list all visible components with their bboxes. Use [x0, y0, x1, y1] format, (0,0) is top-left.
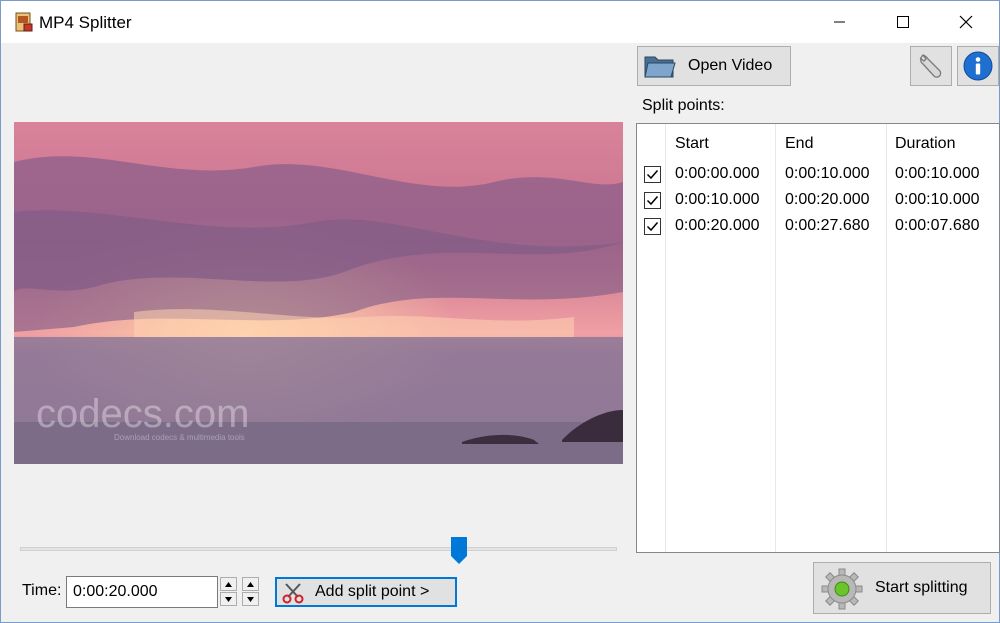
column-header-start[interactable]: Start	[675, 135, 709, 153]
close-icon	[959, 15, 973, 29]
app-icon	[15, 12, 33, 32]
add-split-point-label: Add split point >	[315, 583, 430, 600]
cell-end: 0:00:10.000	[785, 165, 870, 182]
wrench-icon	[919, 54, 942, 78]
open-video-label: Open Video	[688, 57, 773, 74]
checkmark-icon	[646, 170, 659, 180]
row-checkbox[interactable]	[644, 166, 661, 183]
about-button[interactable]	[957, 46, 999, 86]
arrow-up-icon	[225, 581, 232, 587]
open-video-button[interactable]: Open Video	[637, 46, 791, 86]
time-step-up-button[interactable]	[242, 577, 259, 591]
video-frame: codecs.com Download codecs & multimedia …	[14, 122, 623, 464]
checkmark-icon	[646, 222, 659, 232]
time-step-down-button[interactable]	[242, 592, 259, 606]
video-preview: codecs.com Download codecs & multimedia …	[14, 122, 623, 464]
info-icon	[963, 51, 993, 81]
cell-duration: 0:00:10.000	[895, 165, 980, 182]
split-points-table[interactable]: Start End Duration 0:00:00.000 0:00:10.0…	[636, 123, 1000, 553]
column-header-duration[interactable]: Duration	[895, 135, 955, 153]
close-button[interactable]	[943, 1, 989, 43]
table-row[interactable]: 0:00:00.000 0:00:10.000 0:00:10.000	[637, 163, 999, 189]
maximize-icon	[897, 16, 909, 28]
cell-duration: 0:00:07.680	[895, 217, 980, 234]
window-title: MP4 Splitter	[39, 13, 132, 32]
gear-icon	[821, 568, 863, 610]
split-points-label: Split points:	[642, 97, 725, 114]
row-checkbox[interactable]	[644, 218, 661, 235]
cell-start: 0:00:20.000	[675, 217, 760, 234]
column-header-end[interactable]: End	[785, 135, 813, 153]
cell-end: 0:00:20.000	[785, 191, 870, 208]
checkmark-icon	[646, 196, 659, 206]
app-window: MP4 Splitter codecs.com Download codecs …	[0, 0, 1000, 623]
time-label: Time:	[22, 582, 62, 599]
start-splitting-label: Start splitting	[875, 579, 968, 596]
cell-duration: 0:00:10.000	[895, 191, 980, 208]
minimize-icon	[834, 21, 845, 23]
video-watermark-subtitle: Download codecs & multimedia tools	[114, 433, 245, 442]
arrow-up-icon	[247, 581, 254, 587]
seek-slider-thumb[interactable]	[450, 537, 467, 564]
time-decrement-button[interactable]	[220, 592, 237, 606]
title-bar: MP4 Splitter	[1, 1, 999, 43]
start-splitting-button[interactable]: Start splitting	[813, 562, 991, 614]
seek-slider-track[interactable]	[20, 547, 617, 551]
minimize-button[interactable]	[817, 1, 863, 43]
time-increment-button[interactable]	[220, 577, 237, 591]
arrow-down-icon	[225, 596, 232, 602]
add-split-point-button[interactable]: Add split point >	[275, 577, 457, 607]
cell-start: 0:00:10.000	[675, 191, 760, 208]
arrow-down-icon	[247, 596, 254, 602]
cell-start: 0:00:00.000	[675, 165, 760, 182]
maximize-button[interactable]	[880, 1, 926, 43]
video-watermark: codecs.com	[36, 392, 249, 436]
time-input[interactable]	[66, 576, 218, 608]
cell-end: 0:00:27.680	[785, 217, 870, 234]
row-checkbox[interactable]	[644, 192, 661, 209]
table-row[interactable]: 0:00:10.000 0:00:20.000 0:00:10.000	[637, 189, 999, 215]
folder-icon	[644, 56, 676, 78]
table-row[interactable]: 0:00:20.000 0:00:27.680 0:00:07.680	[637, 215, 999, 241]
settings-button[interactable]	[910, 46, 952, 86]
scissors-icon	[282, 583, 304, 604]
